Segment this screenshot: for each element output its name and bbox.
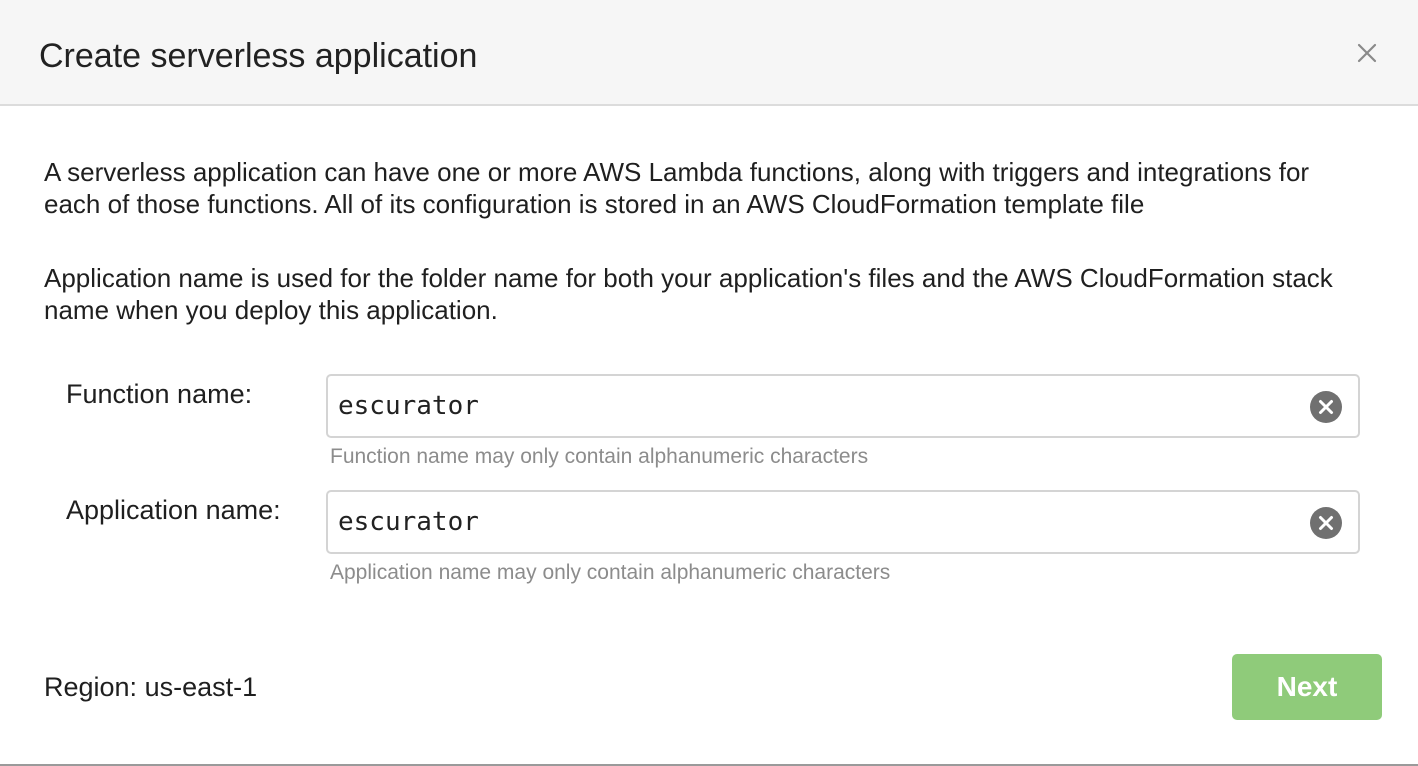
application-name-clear-button[interactable] <box>1310 507 1342 539</box>
description-text: A serverless application can have one or… <box>44 157 1310 219</box>
clear-circle-icon <box>1310 391 1342 423</box>
region-label: Region: us-east-1 <box>44 672 258 702</box>
function-name-input[interactable] <box>338 384 1298 428</box>
dialog-header: Create serverless application <box>0 0 1418 106</box>
application-name-input[interactable] <box>338 500 1298 544</box>
application-name-helper: Application name may only contain alphan… <box>330 561 891 584</box>
dialog-title: Create serverless application <box>39 37 478 75</box>
close-button[interactable] <box>1352 38 1382 68</box>
application-name-label: Application name: <box>66 495 281 525</box>
application-name-field <box>326 490 1360 554</box>
function-name-field <box>326 374 1360 438</box>
function-name-label: Function name: <box>66 379 253 409</box>
function-name-clear-button[interactable] <box>1310 391 1342 423</box>
function-name-helper: Function name may only contain alphanume… <box>330 445 869 468</box>
create-serverless-application-dialog: Create serverless application A serverle… <box>0 0 1418 766</box>
clear-circle-icon <box>1310 507 1342 539</box>
next-button[interactable]: Next <box>1232 654 1382 720</box>
close-icon <box>1357 43 1377 63</box>
application-name-note: Application name is used for the folder … <box>44 263 1333 325</box>
